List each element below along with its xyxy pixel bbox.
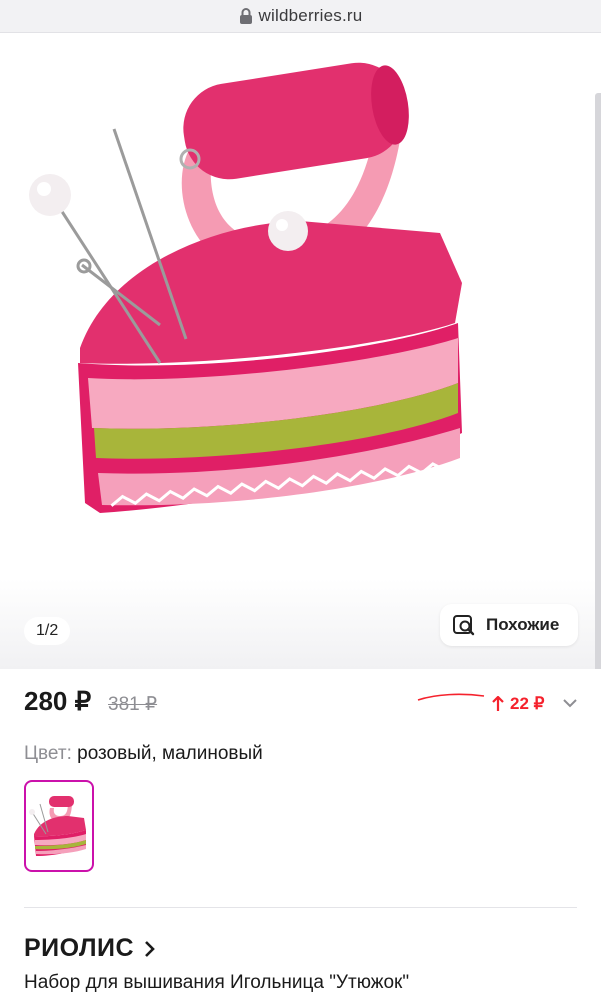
color-variant-thumbnail[interactable]	[24, 780, 94, 872]
product-image	[29, 62, 462, 513]
product-image-gallery[interactable]	[0, 33, 601, 669]
thumbnail-image	[29, 796, 86, 856]
divider	[24, 907, 577, 908]
price-row: 280 ₽ 381 ₽ 22 ₽	[24, 686, 577, 726]
chevron-right-icon	[145, 940, 155, 957]
price-change[interactable]: 22 ₽	[492, 694, 544, 714]
color-row: Цвет: розовый, малиновый	[24, 743, 263, 765]
chevron-down-icon[interactable]	[562, 698, 578, 708]
current-price: 280 ₽	[24, 686, 92, 716]
browser-url-bar[interactable]: wildberries.ru	[0, 0, 601, 33]
brand-name: РИОЛИС	[24, 934, 135, 962]
lock-icon	[239, 8, 252, 24]
handwritten-mark	[417, 693, 485, 701]
color-value: розовый, малиновый	[77, 743, 263, 764]
brand-link[interactable]: РИОЛИС	[24, 934, 156, 963]
similar-search-icon	[453, 615, 475, 636]
price-change-value: 22 ₽	[510, 694, 545, 713]
arrow-up-icon	[492, 696, 504, 711]
old-price: 381 ₽	[108, 694, 158, 715]
product-title: Набор для вышивания Игольница "Утюжок"	[24, 972, 410, 993]
url-domain: wildberries.ru	[258, 6, 363, 25]
image-counter: 1/2	[24, 617, 71, 645]
color-label: Цвет:	[24, 743, 72, 764]
similar-button-label: Похожие	[486, 615, 560, 634]
gallery-scrollbar[interactable]	[595, 93, 601, 669]
similar-button[interactable]: Похожие	[440, 604, 578, 646]
